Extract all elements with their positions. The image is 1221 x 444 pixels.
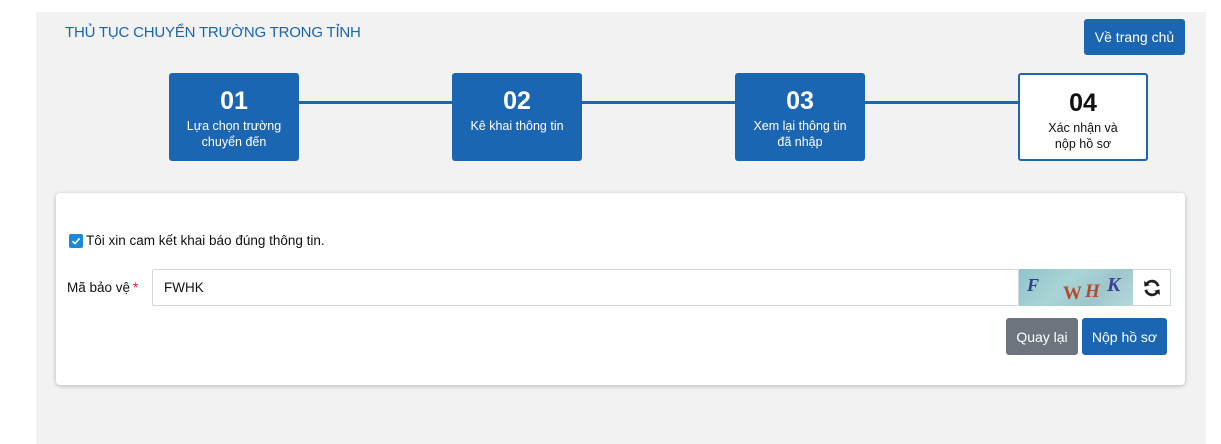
page-title: THỦ TỤC CHUYỂN TRƯỜNG TRONG TỈNH <box>65 24 361 41</box>
step-3[interactable]: 03 Xem lại thông tin đã nhập <box>735 73 865 161</box>
step-label: Xác nhận và nộp hồ sơ <box>1048 121 1118 151</box>
step-label: Lựa chọn trường chuyển đến <box>186 119 282 149</box>
refresh-icon <box>1143 279 1160 296</box>
captcha-input[interactable] <box>152 269 1019 306</box>
captcha-label: Mã bảo vệ * <box>67 280 138 295</box>
step-number: 04 <box>1069 89 1097 117</box>
captcha-image: F W H K <box>1019 269 1133 306</box>
commitment-row: Tôi xin cam kết khai báo đúng thông tin. <box>69 233 325 248</box>
step-4[interactable]: 04 Xác nhận và nộp hồ sơ <box>1018 73 1148 161</box>
step-label: Xem lại thông tin đã nhập <box>753 119 847 149</box>
submit-button[interactable]: Nộp hồ sơ <box>1082 318 1167 355</box>
captcha-graphic: F W H K <box>1026 274 1122 304</box>
svg-text:W: W <box>1063 283 1082 304</box>
svg-text:K: K <box>1106 274 1122 296</box>
captcha-label-text: Mã bảo vệ <box>67 280 131 295</box>
required-mark: * <box>133 280 139 295</box>
svg-text:H: H <box>1084 281 1101 302</box>
stepper-connector <box>299 101 1021 104</box>
step-number: 01 <box>220 87 248 115</box>
step-label: Kê khai thông tin <box>470 119 564 133</box>
step-2[interactable]: 02 Kê khai thông tin <box>452 73 582 161</box>
captcha-refresh-button[interactable] <box>1133 269 1171 306</box>
commitment-label: Tôi xin cam kết khai báo đúng thông tin. <box>86 233 325 248</box>
commitment-checkbox[interactable] <box>69 233 83 248</box>
step-1[interactable]: 01 Lựa chọn trường chuyển đến <box>169 73 299 161</box>
back-button[interactable]: Quay lại <box>1006 318 1078 355</box>
check-icon <box>71 237 81 245</box>
step-number: 02 <box>503 87 531 115</box>
step-number: 03 <box>786 87 814 115</box>
home-button[interactable]: Về trang chủ <box>1084 19 1185 55</box>
svg-text:F: F <box>1026 275 1039 295</box>
